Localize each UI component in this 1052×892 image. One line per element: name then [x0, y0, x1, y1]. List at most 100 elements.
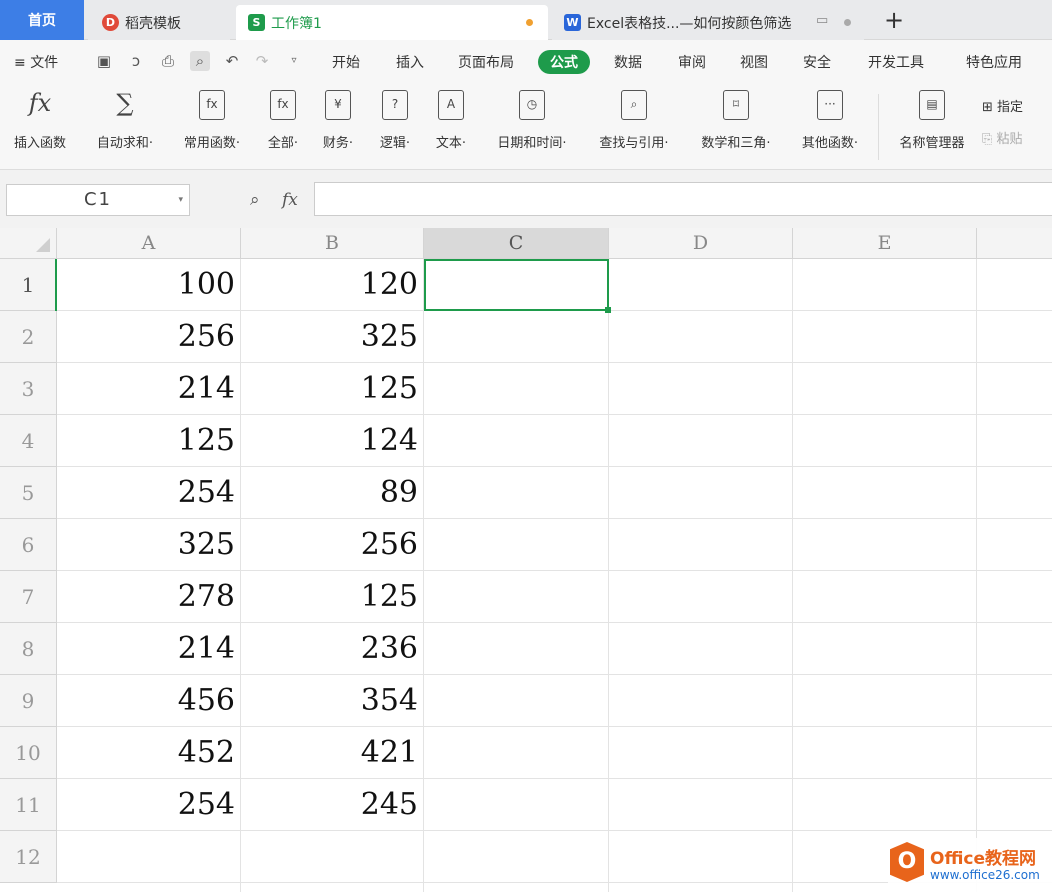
tab-docer-templates[interactable]: D 稻壳模板 — [88, 5, 230, 40]
more-book-icon: ··· — [817, 90, 843, 120]
tab-excel-article[interactable]: W Excel表格技...—如何按颜色筛选 ▭ — [552, 5, 864, 40]
row-header-6[interactable]: 6 — [0, 519, 57, 571]
cell-b9[interactable]: 354 — [241, 675, 424, 727]
menu-data[interactable]: 数据 — [614, 52, 642, 72]
row-header-7[interactable]: 7 — [0, 571, 57, 623]
row-header-5[interactable]: 5 — [0, 467, 57, 519]
define-name-button[interactable]: ⊞ 指定 — [982, 96, 1023, 115]
tab-status-dot-icon — [844, 19, 851, 26]
print-icon[interactable]: ⎙ — [158, 51, 178, 71]
chevron-down-icon[interactable]: ▾ — [178, 185, 185, 215]
column-header-partial[interactable] — [977, 228, 1052, 259]
paste-name-label: 粘贴 — [996, 132, 1023, 147]
insert-function-button[interactable]: fx 插入函数 — [8, 90, 72, 152]
tab-home[interactable]: 首页 — [0, 0, 84, 40]
cell-a7[interactable]: 278 — [57, 571, 241, 623]
sigma-icon: ∑ — [116, 89, 134, 117]
menu-insert[interactable]: 插入 — [396, 52, 424, 72]
cell-b4[interactable]: 124 — [241, 415, 424, 467]
logical-button[interactable]: ? 逻辑· — [372, 90, 418, 151]
cell-b1[interactable]: 120 — [241, 259, 424, 311]
format-painter-icon[interactable]: ↄ — [126, 51, 146, 71]
math-trig-button[interactable]: ⌑ 数学和三角· — [690, 90, 782, 151]
common-functions-button[interactable]: fx 常用函数· — [174, 90, 250, 151]
date-time-button[interactable]: ◷ 日期和时间· — [486, 90, 578, 151]
tab-label: Excel表格技...—如何按颜色筛选 — [587, 15, 792, 32]
select-all-corner[interactable] — [0, 228, 57, 259]
column-header-e[interactable]: E — [793, 228, 977, 259]
all-functions-button[interactable]: fx 全部· — [260, 90, 306, 151]
undo-icon[interactable]: ↶ — [222, 51, 242, 71]
lookup-reference-button[interactable]: ⌕ 查找与引用· — [588, 90, 680, 151]
name-box[interactable]: C1 ▾ — [6, 184, 190, 216]
row-header-12[interactable]: 12 — [0, 831, 57, 883]
cell-b3[interactable]: 125 — [241, 363, 424, 415]
menu-special[interactable]: 特色应用 — [966, 52, 1022, 72]
customize-arrow-icon[interactable]: ▿ — [284, 51, 304, 71]
cell-a6[interactable]: 325 — [57, 519, 241, 571]
paste-icon: ⎘ — [982, 132, 993, 147]
print-preview-icon[interactable]: ⌕ — [190, 51, 210, 71]
cell-a1[interactable]: 100 — [57, 259, 241, 311]
cell-a4[interactable]: 125 — [57, 415, 241, 467]
tab-label: 稻壳模板 — [125, 15, 181, 32]
cell-b5[interactable]: 89 — [241, 467, 424, 519]
cell-a2[interactable]: 256 — [57, 311, 241, 363]
redo-icon[interactable]: ↷ — [252, 51, 272, 71]
save-icon[interactable]: ▣ — [94, 51, 114, 71]
cell-a8[interactable]: 214 — [57, 623, 241, 675]
row-header-9[interactable]: 9 — [0, 675, 57, 727]
zoom-search-icon[interactable]: ⌕ — [250, 190, 260, 210]
selected-cell-c1[interactable] — [424, 259, 611, 313]
cell-b7[interactable]: 125 — [241, 571, 424, 623]
name-box-value: C1 — [83, 189, 113, 210]
insert-function-fx-icon[interactable]: fx — [282, 190, 298, 210]
cell-a5[interactable]: 254 — [57, 467, 241, 519]
cell-b6[interactable]: 256 — [241, 519, 424, 571]
spreadsheet-icon: S — [248, 14, 265, 31]
row-header-11[interactable]: 11 — [0, 779, 57, 831]
row-header-8[interactable]: 8 — [0, 623, 57, 675]
tab-workbook1[interactable]: S 工作簿1 — [236, 5, 548, 40]
formula-input[interactable] — [314, 182, 1052, 216]
new-tab-plus-icon[interactable]: + — [884, 6, 904, 34]
cell-b2[interactable]: 325 — [241, 311, 424, 363]
menu-home[interactable]: 开始 — [332, 52, 360, 72]
lookup-book-icon: ⌕ — [621, 90, 647, 120]
comment-icon[interactable]: ▭ — [816, 13, 828, 28]
unsaved-dot-icon — [526, 19, 533, 26]
cell-a10[interactable]: 452 — [57, 727, 241, 779]
paste-name-button[interactable]: ⎘ 粘贴 — [982, 128, 1023, 147]
cell-b8[interactable]: 236 — [241, 623, 424, 675]
cell-a9[interactable]: 456 — [57, 675, 241, 727]
column-header-d[interactable]: D — [609, 228, 793, 259]
column-header-c[interactable]: C — [424, 228, 609, 259]
financial-button[interactable]: ¥ 财务· — [316, 90, 360, 151]
autosum-button[interactable]: ∑ 自动求和· — [88, 89, 162, 152]
menu-developer[interactable]: 开发工具 — [868, 52, 924, 72]
table-icon: ⊞ — [982, 100, 993, 115]
row-header-3[interactable]: 3 — [0, 363, 57, 415]
cell-a3[interactable]: 214 — [57, 363, 241, 415]
docer-icon: D — [102, 14, 119, 31]
row-header-4[interactable]: 4 — [0, 415, 57, 467]
other-functions-button[interactable]: ··· 其他函数· — [792, 90, 868, 151]
row-header-1[interactable]: 1 — [0, 259, 57, 311]
menu-formulas[interactable]: 公式 — [538, 50, 590, 74]
column-header-b[interactable]: B — [241, 228, 424, 259]
menu-review[interactable]: 审阅 — [678, 52, 706, 72]
text-button[interactable]: A 文本· — [428, 90, 474, 151]
financial-book-icon: ¥ — [325, 90, 351, 120]
cell-b10[interactable]: 421 — [241, 727, 424, 779]
menu-view[interactable]: 视图 — [740, 52, 768, 72]
menu-security[interactable]: 安全 — [803, 52, 831, 72]
cell-b11[interactable]: 245 — [241, 779, 424, 831]
spreadsheet-grid[interactable]: A B C D E 1 2 3 4 5 6 7 8 9 10 11 12 100 120 256 325 214 125 12… — [0, 228, 1052, 892]
cell-a11[interactable]: 254 — [57, 779, 241, 831]
name-manager-button[interactable]: ▤ 名称管理器 — [892, 90, 972, 151]
column-header-a[interactable]: A — [57, 228, 241, 259]
row-header-10[interactable]: 10 — [0, 727, 57, 779]
menu-page-layout[interactable]: 页面布局 — [458, 52, 514, 72]
row-header-2[interactable]: 2 — [0, 311, 57, 363]
file-menu[interactable]: ≡ 文件 — [14, 52, 58, 72]
